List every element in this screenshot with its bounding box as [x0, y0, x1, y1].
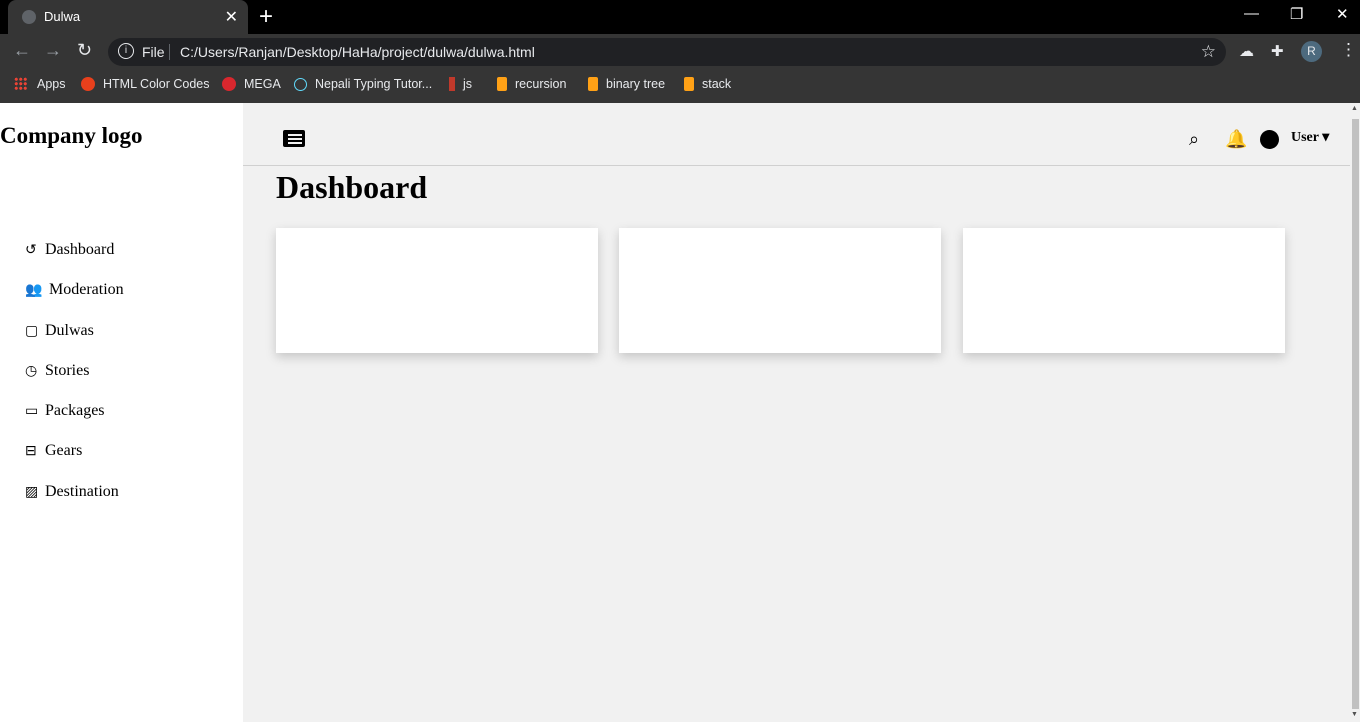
note-icon: ▢: [25, 324, 39, 339]
info-icon[interactable]: i: [118, 43, 134, 59]
sidebar: Company logo ↺ Dashboard 👥 Moderation ▢ Dul…: [0, 103, 243, 722]
html-color-codes-icon: [81, 77, 95, 91]
browser-toolbar: ← → ↻ i File C:/Users/Ranjan/Desktop/HaH…: [0, 34, 1360, 68]
vertical-scrollbar[interactable]: ▲ ▼: [1350, 103, 1360, 722]
url-text[interactable]: C:/Users/Ranjan/Desktop/HaHa/project/dul…: [180, 44, 535, 60]
close-window-button[interactable]: ✕: [1336, 5, 1349, 23]
globe-icon: [22, 10, 36, 24]
close-tab-icon[interactable]: ✕: [225, 7, 238, 27]
user-menu[interactable]: User ▾: [1291, 129, 1329, 146]
reload-icon[interactable]: ↻: [77, 40, 92, 61]
browser-menu-icon[interactable]: ⋮: [1340, 40, 1357, 60]
sidebar-item-dashboard[interactable]: ↺ Dashboard: [25, 241, 114, 259]
sidebar-item-gears[interactable]: ⊟ Gears: [25, 442, 82, 460]
bell-icon[interactable]: 🔔: [1225, 129, 1247, 150]
sidebar-item-label: Destination: [45, 483, 119, 500]
sidebar-item-label: Packages: [45, 402, 105, 419]
sidebar-item-dulwas[interactable]: ▢ Dulwas: [25, 322, 94, 340]
menu-toggle-icon[interactable]: [283, 130, 305, 147]
apps-grid-icon: [14, 77, 27, 90]
browser-tab[interactable]: Dulwa ✕: [8, 0, 248, 34]
bookmark-binary-tree[interactable]: binary tree: [588, 77, 665, 91]
back-arrow-icon[interactable]: ←: [13, 40, 31, 61]
sidebar-item-stories[interactable]: ◷ Stories: [25, 362, 89, 380]
main-content: ⌕ 🔔 User ▾ Dashboard: [243, 103, 1350, 722]
bookmark-mega[interactable]: MEGA: [222, 77, 281, 91]
restore-button[interactable]: ❐: [1290, 5, 1303, 23]
top-bar: ⌕ 🔔 User ▾: [243, 103, 1350, 166]
window-icon: ▭: [25, 404, 39, 419]
file-label: File: [142, 44, 165, 60]
bookmark-star-icon[interactable]: ☆: [1201, 42, 1216, 62]
mega-icon: [222, 77, 236, 91]
bookmarks-bar: Apps HTML Color Codes MEGA Nepali Typing…: [0, 68, 1360, 103]
sidebar-item-label: Dulwas: [45, 322, 94, 339]
bookmark-stack[interactable]: stack: [684, 77, 731, 91]
sidebar-item-label: Stories: [45, 362, 90, 379]
search-icon[interactable]: ⌕: [1189, 129, 1199, 150]
tab-title: Dulwa: [44, 9, 81, 24]
minus-square-icon: ⊟: [25, 444, 37, 459]
sidebar-item-label: Moderation: [49, 281, 124, 298]
react-icon: [294, 78, 307, 91]
sidebar-item-destination[interactable]: ▨ Destination: [25, 483, 119, 501]
sidebar-item-packages[interactable]: ▭ Packages: [25, 402, 105, 420]
sidebar-item-moderation[interactable]: 👥 Moderation: [25, 281, 124, 299]
sidebar-item-label: Dashboard: [45, 241, 115, 258]
sidebar-item-label: Gears: [45, 442, 83, 459]
history-icon: ↺: [25, 243, 37, 258]
bookmark-html-color-codes[interactable]: HTML Color Codes: [81, 77, 210, 91]
js-icon: [449, 77, 455, 91]
dashboard-card: [276, 228, 598, 353]
profile-avatar[interactable]: R: [1301, 41, 1322, 62]
browser-tab-bar: Dulwa ✕ + — ❐ ✕: [0, 0, 1360, 34]
bookmark-js[interactable]: js: [449, 77, 472, 91]
bookmark-apps[interactable]: Apps: [14, 77, 66, 91]
dashboard-card: [619, 228, 941, 353]
scrollbar-thumb[interactable]: [1352, 119, 1359, 709]
new-tab-button[interactable]: +: [259, 3, 273, 31]
scroll-up-icon[interactable]: ▲: [1351, 105, 1358, 112]
dashboard-card: [963, 228, 1285, 353]
avatar[interactable]: [1260, 130, 1279, 149]
scroll-down-icon[interactable]: ▼: [1351, 711, 1358, 718]
leetcode-icon: [497, 77, 507, 91]
leetcode-icon: [588, 77, 598, 91]
leetcode-icon: [684, 77, 694, 91]
page-title: Dashboard: [276, 169, 428, 205]
extensions-puzzle-icon[interactable]: ✚: [1271, 42, 1284, 60]
clock-icon: ◷: [25, 364, 38, 379]
divider: [169, 44, 170, 60]
forward-arrow-icon[interactable]: →: [44, 40, 62, 61]
minimize-button[interactable]: —: [1244, 5, 1259, 22]
caret-down-icon: ▾: [1322, 130, 1330, 145]
extension-cloud-icon[interactable]: ☁: [1239, 42, 1254, 60]
address-bar[interactable]: i File C:/Users/Ranjan/Desktop/HaHa/proj…: [108, 38, 1226, 66]
bookmark-nepali-typing-tutor[interactable]: Nepali Typing Tutor...: [294, 77, 432, 91]
company-logo[interactable]: Company logo: [0, 123, 143, 149]
users-icon: 👥: [25, 283, 43, 298]
bookmark-recursion[interactable]: recursion: [497, 77, 566, 91]
image-icon: ▨: [25, 485, 39, 500]
